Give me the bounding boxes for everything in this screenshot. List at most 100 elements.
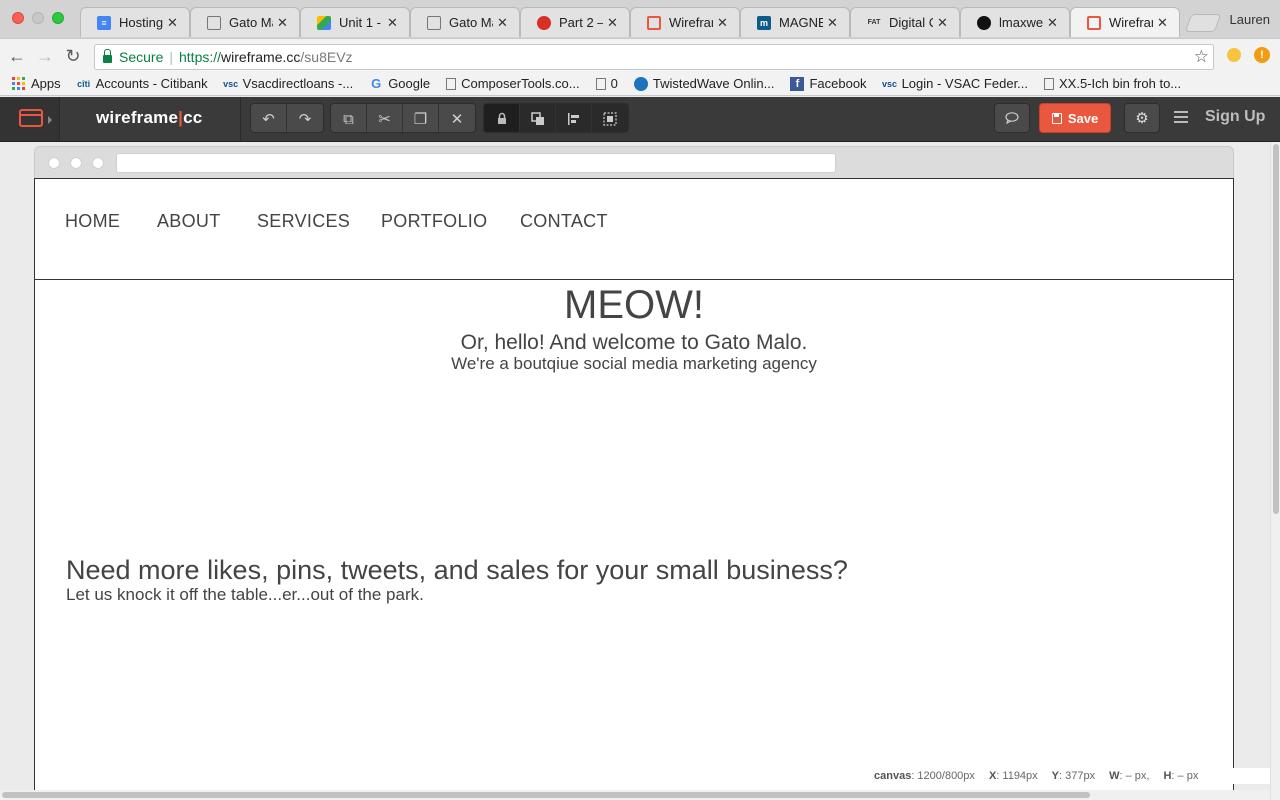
close-tab-icon[interactable]: ✕ [497,15,509,31]
wireframe-nav[interactable]: HOME ABOUT SERVICES PORTFOLIO CONTACT [35,179,1233,280]
close-tab-icon[interactable]: ✕ [387,15,399,31]
alert-extension-icon[interactable]: ! [1254,47,1270,63]
close-tab-icon[interactable]: ✕ [717,15,729,31]
bookmark-item[interactable]: f Facebook [790,76,867,91]
vsac-icon: vsc [223,78,239,89]
bookmark-label: 0 [610,76,618,91]
bring-front-button[interactable] [520,104,556,132]
browser-tab[interactable]: ≡ Hosting F ✕ [80,7,190,37]
github-icon [977,15,991,30]
lock-icon [103,48,112,63]
browser-tab[interactable]: Wireframe ✕ [630,7,740,37]
minimize-window-button[interactable] [32,12,44,24]
browser-tab[interactable]: Gato Malo ✕ [410,7,520,37]
brand-suffix: cc [183,108,203,127]
x-readout: X: 1194px [988,770,1038,782]
scrollbar-thumb[interactable] [2,792,1090,798]
duplicate-button[interactable]: ⧉ [331,104,367,132]
bookmark-star-icon[interactable]: ☆ [1194,47,1209,67]
extension-icon[interactable] [1227,48,1241,62]
profile-name[interactable]: Lauren [1230,12,1270,27]
browser-toolbar: ← → ↻ Secure | https:// wireframe.cc /su… [0,38,1280,72]
horizontal-scrollbar[interactable] [0,790,1270,800]
nav-services[interactable]: SERVICES [257,211,350,232]
address-separator: | [169,49,173,65]
close-tab-icon[interactable]: ✕ [167,15,179,31]
group-button[interactable] [592,104,628,132]
red-icon [537,15,551,30]
page-icon [446,77,457,90]
nav-home[interactable]: HOME [65,211,120,232]
browser-tab-active[interactable]: Wireframe ✕ [1070,7,1180,37]
bookmark-apps[interactable]: Apps [12,76,61,91]
hero-title[interactable]: MEOW! [35,283,1233,328]
tab-title: Part 2 — S [559,15,603,30]
new-tab-button[interactable] [1184,14,1222,32]
nav-contact[interactable]: CONTACT [520,211,608,232]
browser-tab[interactable]: Unit 1 - G ✕ [300,7,410,37]
bookmark-item[interactable]: ComposerTools.co... [446,76,580,91]
bookmark-item[interactable]: XX.5-Ich bin froh to... [1044,76,1181,91]
nav-portfolio[interactable]: PORTFOLIO [381,211,487,232]
apps-grid-icon [12,77,25,90]
settings-button[interactable]: ⚙ [1124,103,1160,133]
align-left-icon [567,113,579,125]
align-button[interactable] [556,104,592,132]
lock-button[interactable] [484,104,520,132]
frame-address-bar [116,153,836,173]
browser-tab[interactable]: lmaxwell3 ✕ [960,7,1070,37]
browser-tab[interactable]: Part 2 — S ✕ [520,7,630,37]
browser-tab[interactable]: FAT Digital Co ✕ [850,7,960,37]
sign-up-link[interactable]: Sign Up [1205,108,1265,126]
undo-button[interactable]: ↶ [251,104,287,132]
page-icon [207,15,221,30]
stencil-menu-button[interactable] [0,97,60,141]
redo-button[interactable]: ↷ [287,104,323,132]
comment-button[interactable] [994,103,1030,133]
close-tab-icon[interactable]: ✕ [1047,15,1059,31]
paste-icon: ❐ [413,111,428,128]
app-logo: wireframe|cc [96,108,202,128]
bookmark-item[interactable]: 0 [595,76,618,91]
maximize-window-button[interactable] [52,12,64,24]
address-bar[interactable]: Secure | https:// wireframe.cc /su8EVz ☆ [94,44,1214,70]
close-tab-icon[interactable]: ✕ [1157,15,1169,31]
vertical-scrollbar[interactable] [1270,142,1280,800]
bookmark-item[interactable]: G Google [369,76,430,91]
cut-button[interactable]: ✂ [367,104,403,132]
width-readout: W: – px, [1109,770,1150,782]
reload-icon[interactable]: ↻ [62,45,84,67]
close-tab-icon[interactable]: ✕ [937,15,949,31]
bookmark-item[interactable]: TwistedWave Onlin... [633,76,774,91]
close-tab-icon[interactable]: ✕ [827,15,839,31]
nav-about[interactable]: ABOUT [157,211,221,232]
pitch-subtext[interactable]: Let us knock it off the table...er...out… [66,585,424,605]
hamburger-menu-icon[interactable] [1174,111,1188,125]
forward-arrow-icon[interactable]: → [34,45,56,67]
bookmarks-bar: Apps cîti Accounts - Citibank vsc Vsacdi… [0,72,1280,96]
comment-icon [1005,112,1019,124]
bookmark-item[interactable]: vsc Login - VSAC Feder... [882,76,1028,91]
back-arrow-icon[interactable]: ← [6,45,28,67]
close-tab-icon[interactable]: ✕ [277,15,289,31]
hero-tagline[interactable]: We're a boutqiue social media marketing … [35,354,1233,374]
close-tab-icon[interactable]: ✕ [607,15,619,31]
browser-tab[interactable]: Gato Malo ✕ [190,7,300,37]
bookmark-item[interactable]: vsc Vsacdirectloans -... [223,76,353,91]
save-button[interactable]: Save [1039,103,1111,133]
redo-icon: ↷ [298,111,312,128]
canvas-size-readout: canvas: 1200/800px [874,770,975,782]
undo-icon: ↶ [262,111,275,128]
hero-subtitle[interactable]: Or, hello! And welcome to Gato Malo. [35,331,1233,355]
bookmark-label: Accounts - Citibank [95,76,208,91]
pitch-heading[interactable]: Need more likes, pins, tweets, and sales… [66,555,848,586]
browser-tab[interactable]: m MAGNETI ✕ [740,7,850,37]
scrollbar-thumb[interactable] [1273,144,1279,514]
delete-button[interactable]: ✕ [439,104,475,132]
frame-dot [92,157,104,169]
paste-button[interactable]: ❐ [403,104,439,132]
close-window-button[interactable] [12,12,24,24]
bookmark-item[interactable]: cîti Accounts - Citibank [77,76,208,91]
wireframe-page[interactable]: HOME ABOUT SERVICES PORTFOLIO CONTACT ME… [34,178,1234,800]
history-group: ↶ ↷ [250,103,324,133]
